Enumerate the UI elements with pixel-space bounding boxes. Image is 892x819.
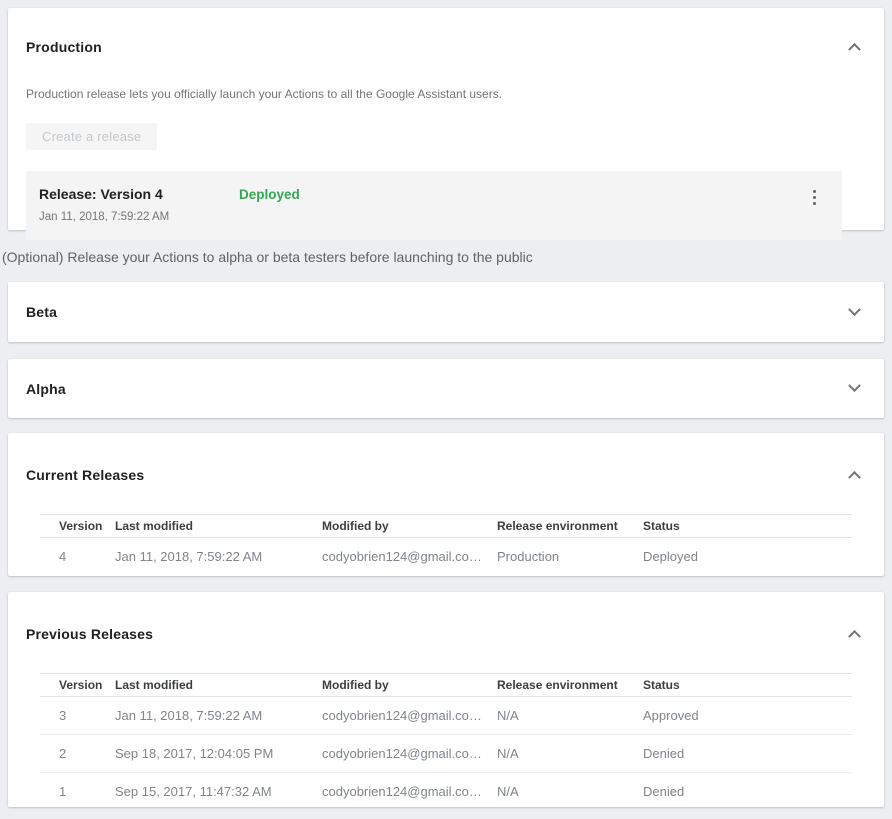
table-cell: 4 — [40, 538, 115, 576]
table-cell: Deployed — [643, 538, 852, 576]
table-cell: codyobrien124@gmail.co… — [322, 773, 497, 807]
beta-expand-button[interactable] — [842, 303, 866, 321]
previous-releases-section: Previous Releases VersionLast modifiedMo… — [8, 592, 884, 807]
table-row: 4Jan 11, 2018, 7:59:22 AMcodyobrien124@g… — [40, 538, 852, 576]
table-cell: Jan 11, 2018, 7:59:22 AM — [115, 538, 322, 576]
column-header: Status — [643, 674, 852, 697]
table-cell: 1 — [40, 773, 115, 807]
column-header: Version — [40, 674, 115, 697]
table-cell: codyobrien124@gmail.co… — [322, 538, 497, 576]
chevron-up-icon — [848, 43, 861, 56]
release-status-badge: Deployed — [239, 187, 300, 202]
chevron-down-icon — [848, 379, 861, 392]
beta-section[interactable]: Beta — [8, 282, 884, 342]
release-page: Production Production release lets you o… — [0, 0, 892, 819]
table-cell: N/A — [497, 697, 643, 735]
column-header: Version — [40, 515, 115, 538]
current-releases-section: Current Releases VersionLast modifiedMod… — [8, 433, 884, 576]
table-cell: codyobrien124@gmail.co… — [322, 697, 497, 735]
table-cell: 3 — [40, 697, 115, 735]
column-header: Modified by — [322, 515, 497, 538]
table-header-row: VersionLast modifiedModified byRelease e… — [40, 674, 852, 697]
column-header: Last modified — [115, 674, 322, 697]
production-description: Production release lets you officially l… — [26, 87, 866, 101]
release-overflow-menu-button[interactable] — [809, 188, 820, 207]
kebab-dot — [813, 190, 816, 193]
current-releases-title: Current Releases — [26, 467, 144, 483]
column-header: Last modified — [115, 515, 322, 538]
column-header: Status — [643, 515, 852, 538]
kebab-dot — [813, 196, 816, 199]
production-header: Production — [26, 27, 866, 66]
alpha-expand-button[interactable] — [842, 380, 866, 398]
table-cell: N/A — [497, 735, 643, 773]
table-cell: Production — [497, 538, 643, 576]
create-release-button[interactable]: Create a release — [26, 123, 157, 150]
current-releases-collapse-button[interactable] — [842, 466, 866, 484]
optional-note: (Optional) Release your Actions to alpha… — [2, 247, 884, 267]
chevron-down-icon — [848, 303, 861, 316]
beta-title: Beta — [26, 304, 57, 320]
release-name: Release: Version 4 — [39, 186, 239, 202]
release-title-row: Release: Version 4 Deployed — [39, 186, 829, 202]
table-row: 1Sep 15, 2017, 11:47:32 AMcodyobrien124@… — [40, 773, 852, 807]
table-cell: N/A — [497, 773, 643, 807]
table-header-row: VersionLast modifiedModified byRelease e… — [40, 515, 852, 538]
previous-releases-table: VersionLast modifiedModified byRelease e… — [40, 673, 852, 807]
table-cell: Sep 18, 2017, 12:04:05 PM — [115, 735, 322, 773]
previous-releases-title: Previous Releases — [26, 626, 153, 642]
previous-releases-collapse-button[interactable] — [842, 625, 866, 643]
chevron-up-icon — [848, 630, 861, 643]
column-header: Release environment — [497, 515, 643, 538]
previous-releases-header: Previous Releases — [8, 592, 884, 653]
release-date: Jan 11, 2018, 7:59:22 AM — [39, 211, 829, 223]
column-header: Release environment — [497, 674, 643, 697]
table-cell: Jan 11, 2018, 7:59:22 AM — [115, 697, 322, 735]
table-cell: Denied — [643, 735, 852, 773]
table-cell: Approved — [643, 697, 852, 735]
table-cell: codyobrien124@gmail.co… — [322, 735, 497, 773]
table-row: 3Jan 11, 2018, 7:59:22 AMcodyobrien124@g… — [40, 697, 852, 735]
alpha-section[interactable]: Alpha — [8, 359, 884, 418]
production-title: Production — [26, 39, 102, 55]
alpha-title: Alpha — [26, 381, 66, 397]
table-cell: 2 — [40, 735, 115, 773]
table-cell: Denied — [643, 773, 852, 807]
production-collapse-button[interactable] — [842, 38, 866, 56]
column-header: Modified by — [322, 674, 497, 697]
chevron-up-icon — [848, 471, 861, 484]
production-section: Production Production release lets you o… — [8, 8, 884, 230]
kebab-dot — [813, 202, 816, 205]
table-row: 2Sep 18, 2017, 12:04:05 PMcodyobrien124@… — [40, 735, 852, 773]
table-cell: Sep 15, 2017, 11:47:32 AM — [115, 773, 322, 807]
deployed-release-card: Release: Version 4 Deployed Jan 11, 2018… — [26, 171, 842, 240]
current-releases-table: VersionLast modifiedModified byRelease e… — [40, 514, 852, 576]
current-releases-header: Current Releases — [8, 433, 884, 494]
